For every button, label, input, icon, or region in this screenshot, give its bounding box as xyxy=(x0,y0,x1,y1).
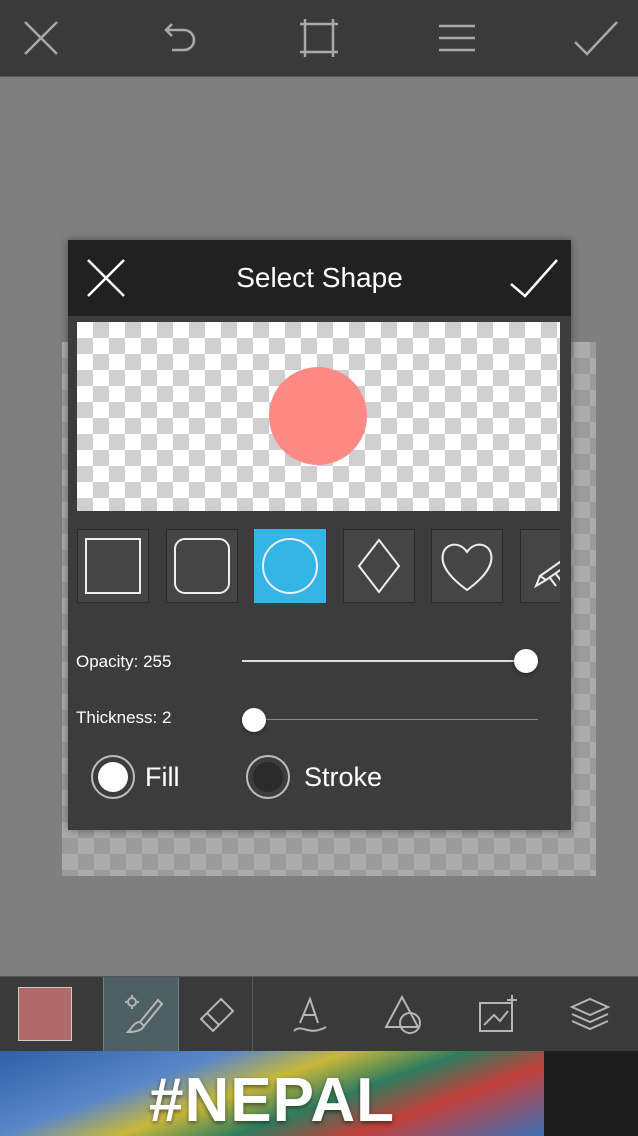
crop-frame-icon[interactable] xyxy=(293,12,345,64)
thickness-label: Thickness: 2 xyxy=(76,708,172,727)
fill-radio[interactable] xyxy=(91,755,135,799)
close-icon[interactable] xyxy=(15,12,67,64)
opacity-slider[interactable] xyxy=(240,646,540,676)
preview-circle xyxy=(269,367,367,465)
dialog-header: Select Shape xyxy=(68,240,571,316)
square-shape-option[interactable] xyxy=(77,529,149,603)
heart-shape-option[interactable] xyxy=(431,529,503,603)
menu-icon[interactable] xyxy=(431,12,483,64)
stroke-label: Stroke xyxy=(304,762,383,792)
undo-icon[interactable] xyxy=(154,12,206,64)
shapes-tool-button[interactable] xyxy=(376,977,432,1052)
brush-tool-button[interactable] xyxy=(103,977,179,1052)
ad-text: #NEPAL xyxy=(148,1066,395,1135)
fill-label: Fill xyxy=(145,762,180,792)
ad-banner-filler xyxy=(544,1051,638,1136)
select-shape-dialog: Select Shape Opacity: 255 Thickness: 2 F… xyxy=(68,240,571,830)
text-icon xyxy=(293,995,327,1032)
confirm-checkmark-icon[interactable] xyxy=(509,256,559,300)
thickness-slider[interactable] xyxy=(240,705,540,735)
brush-icon xyxy=(125,994,164,1033)
circle-shape-option[interactable] xyxy=(254,529,326,603)
opacity-slider-track xyxy=(242,660,526,662)
shapes-icon xyxy=(384,994,421,1034)
color-swatch[interactable] xyxy=(18,987,72,1041)
custom-shape-option[interactable] xyxy=(520,529,560,603)
checkmark-icon[interactable] xyxy=(570,12,622,64)
layers-tool-button[interactable] xyxy=(562,977,618,1052)
layers-icon xyxy=(569,997,611,1030)
shape-picker xyxy=(77,529,560,603)
bottom-toolbar xyxy=(0,976,638,1052)
shape-preview xyxy=(77,322,560,511)
eraser-icon xyxy=(199,997,235,1032)
thickness-slider-knob[interactable] xyxy=(242,708,266,732)
add-image-tool-button[interactable] xyxy=(470,977,526,1052)
stroke-radio[interactable] xyxy=(246,755,290,799)
opacity-label: Opacity: 255 xyxy=(76,652,172,671)
text-tool-button[interactable] xyxy=(282,977,338,1052)
dialog-title: Select Shape xyxy=(236,262,403,293)
diamond-shape-option[interactable] xyxy=(343,529,415,603)
add-image-icon xyxy=(479,994,517,1032)
top-toolbar xyxy=(0,0,638,77)
ad-banner[interactable]: #NEPAL xyxy=(0,1051,544,1136)
stroke-radio-dot xyxy=(253,762,283,792)
rounded-square-shape-option[interactable] xyxy=(166,529,238,603)
eraser-tool-button[interactable] xyxy=(178,977,253,1052)
opacity-slider-knob[interactable] xyxy=(514,649,538,673)
fill-radio-dot xyxy=(98,762,128,792)
thickness-slider-track xyxy=(242,719,538,720)
